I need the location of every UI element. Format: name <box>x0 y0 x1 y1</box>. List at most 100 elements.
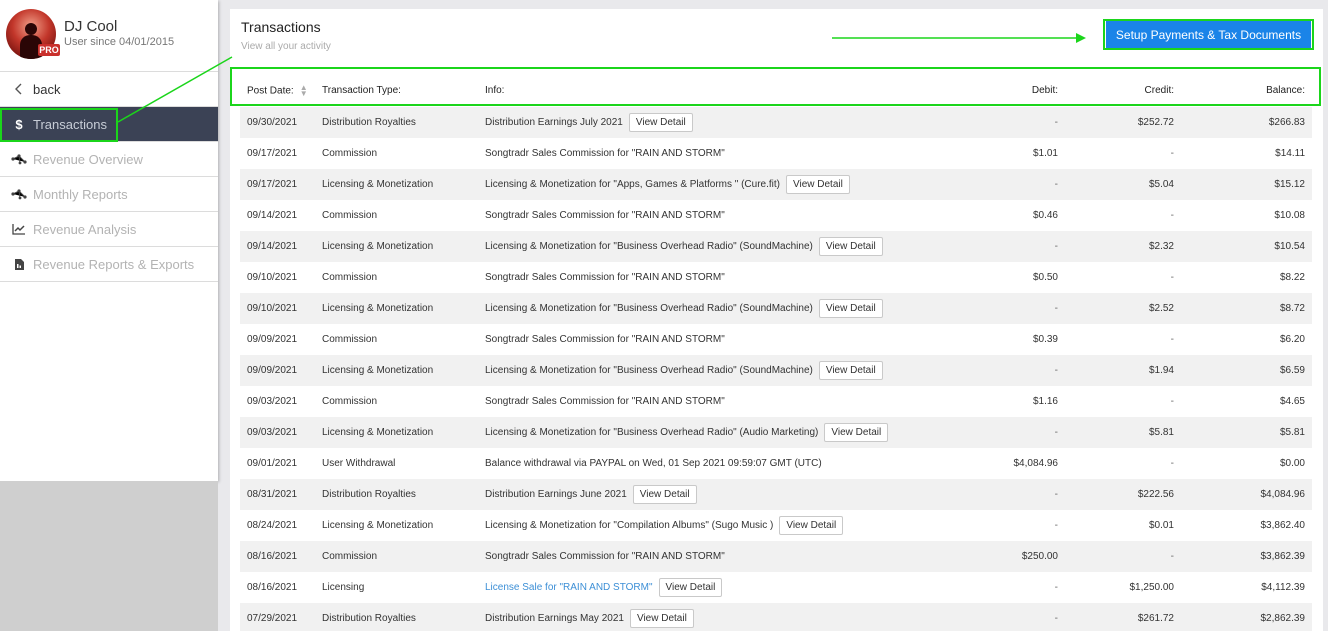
sidebar-item-label: Revenue Reports & Exports <box>33 256 195 272</box>
transaction-type-cell: Commission <box>322 396 378 407</box>
sidebar-item-monthly-reports[interactable]: Monthly Reports <box>0 177 218 212</box>
chevron-left-icon <box>10 80 28 98</box>
debit-cell: $0.50 <box>1032 272 1058 283</box>
post-date-cell: 09/14/2021 <box>247 241 298 252</box>
info-text: Licensing & Monetization for "Compilatio… <box>485 520 774 531</box>
credit-cell: $5.04 <box>1148 179 1174 190</box>
post-date-cell: 09/03/2021 <box>247 396 298 407</box>
balance-cell: $4,112.39 <box>1261 582 1305 593</box>
transaction-type-cell: Commission <box>322 210 378 221</box>
debit-cell: $0.46 <box>1032 210 1058 221</box>
balance-cell: $14.11 <box>1275 148 1305 159</box>
post-date-cell: 09/10/2021 <box>247 303 298 314</box>
view-detail-button[interactable]: View Detail <box>658 578 723 597</box>
info-text: Songtradr Sales Commission for "RAIN AND… <box>485 551 725 562</box>
info-text: Songtradr Sales Commission for "RAIN AND… <box>485 210 725 221</box>
debit-cell: $4,084.96 <box>1013 458 1059 469</box>
credit-cell: - <box>1170 272 1174 283</box>
info-cell: Songtradr Sales Commission for "RAIN AND… <box>485 138 915 169</box>
transaction-type-cell: Distribution Royalties <box>322 117 416 128</box>
balance-cell: $8.72 <box>1279 303 1305 314</box>
sort-icon[interactable]: ▲ ▼ <box>300 83 308 97</box>
table-row: 09/17/2021 Licensing & Monetization Licens… <box>240 169 1312 200</box>
sidebar-item-revenue-analysis[interactable]: Revenue Analysis <box>0 212 218 247</box>
sidebar-item-revenue-reports-exports[interactable]: Revenue Reports & Exports <box>0 247 218 282</box>
debit-cell: $1.16 <box>1032 396 1058 407</box>
sidebar-item-transactions[interactable]: $ Transactions <box>0 107 218 142</box>
view-detail-button[interactable]: View Detail <box>824 423 889 442</box>
info-text: Songtradr Sales Commission for "RAIN AND… <box>485 272 725 283</box>
balance-cell: $10.08 <box>1274 210 1305 221</box>
info-text: Distribution Earnings May 2021 <box>485 613 624 624</box>
transaction-type-cell: User Withdrawal <box>322 458 396 469</box>
view-detail-button[interactable]: View Detail <box>786 175 850 194</box>
balance-cell: $2,862.39 <box>1260 613 1306 624</box>
info-cell: Distribution Earnings July 2021 View Deta… <box>485 107 915 138</box>
view-detail-button[interactable]: View Detail <box>632 485 697 504</box>
setup-payments-button[interactable]: Setup Payments & Tax Documents <box>1106 21 1311 48</box>
column-balance: Balance: <box>1266 85 1305 96</box>
table-row: 09/10/2021 Licensing & Monetization Licens… <box>240 293 1312 324</box>
info-text: Songtradr Sales Commission for "RAIN AND… <box>485 148 725 159</box>
view-detail-button[interactable]: View Detail <box>818 299 883 318</box>
credit-cell: $2.52 <box>1148 303 1174 314</box>
balance-cell: $5.81 <box>1279 427 1305 438</box>
transaction-type-cell: Licensing & Monetization <box>322 179 434 190</box>
post-date-cell: 09/03/2021 <box>247 427 298 438</box>
info-cell: Licensing & Monetization for "Business O… <box>485 293 915 324</box>
column-transaction-type: Transaction Type: <box>322 85 401 96</box>
table-row: 09/14/2021 Licensing & Monetization Licens… <box>240 231 1312 262</box>
table-row: 09/10/2021 Commission Songtradr Sales Comm… <box>240 262 1312 293</box>
table-header-row: Post Date: ▲ ▼ Transaction Type: Info: Deb… <box>240 74 1312 107</box>
balance-cell: $3,862.39 <box>1260 551 1306 562</box>
profile-header: PRO DJ Cool User since 04/01/2015 <box>0 0 218 72</box>
info-cell: License Sale for "RAIN AND STORM" View De… <box>485 572 915 603</box>
debit-cell: - <box>1054 179 1058 190</box>
info-text: Licensing & Monetization for "Business O… <box>485 241 813 252</box>
post-date-cell: 08/16/2021 <box>247 551 298 562</box>
table-row: 07/29/2021 Distribution Royalties Distribu… <box>240 603 1312 631</box>
post-date-cell: 09/14/2021 <box>247 210 298 221</box>
column-debit: Debit: <box>1031 85 1058 96</box>
view-detail-button[interactable]: View Detail <box>818 237 883 256</box>
info-text: Licensing & Monetization for "Business O… <box>485 303 813 314</box>
credit-cell: $261.72 <box>1137 613 1174 624</box>
debit-cell: $0.39 <box>1032 334 1058 345</box>
column-post-date[interactable]: Post Date: ▲ ▼ <box>240 74 322 107</box>
debit-cell: $250.00 <box>1021 551 1058 562</box>
view-detail-button[interactable]: View Detail <box>818 361 883 380</box>
view-detail-button[interactable]: View Detail <box>629 609 694 628</box>
sidebar-item-revenue-overview[interactable]: Revenue Overview <box>0 142 218 177</box>
table-row: 08/24/2021 Licensing & Monetization Licens… <box>240 510 1312 541</box>
view-detail-button[interactable]: View Detail <box>779 516 844 535</box>
post-date-cell: 09/17/2021 <box>247 179 298 190</box>
info-text: Licensing & Monetization for "Apps, Game… <box>485 179 780 190</box>
table-row: 08/16/2021 Licensing License Sale for "RAI… <box>240 572 1312 603</box>
back-button[interactable]: back <box>0 72 218 107</box>
transaction-type-cell: Licensing & Monetization <box>322 427 434 438</box>
page-title: Transactions <box>241 19 321 35</box>
post-date-cell: 09/30/2021 <box>247 117 298 128</box>
transactions-table: Post Date: ▲ ▼ Transaction Type: Info: Deb… <box>240 74 1312 631</box>
sidebar-item-label: Revenue Overview <box>33 151 143 167</box>
dollar-icon: $ <box>15 116 23 132</box>
transaction-type-cell: Commission <box>322 272 378 283</box>
balance-cell: $4,084.96 <box>1260 489 1306 500</box>
pro-badge: PRO <box>38 44 60 56</box>
view-detail-button[interactable]: View Detail <box>628 113 693 132</box>
document-icon <box>10 255 28 273</box>
balance-cell: $266.83 <box>1268 117 1305 128</box>
credit-cell: $0.01 <box>1148 520 1174 531</box>
sidebar: PRO DJ Cool User since 04/01/2015 back $… <box>0 0 218 481</box>
post-date-cell: 09/09/2021 <box>247 365 298 376</box>
balance-cell: $6.20 <box>1279 334 1305 345</box>
credit-cell: $222.56 <box>1137 489 1174 500</box>
license-sale-link[interactable]: License Sale for "RAIN AND STORM" <box>485 582 653 593</box>
info-text: Distribution Earnings June 2021 <box>485 489 627 500</box>
transaction-type-cell: Licensing & Monetization <box>322 303 434 314</box>
debit-cell: - <box>1054 303 1058 314</box>
credit-cell: $1,250.00 <box>1129 582 1175 593</box>
info-cell: Songtradr Sales Commission for "RAIN AND… <box>485 541 915 572</box>
balance-cell: $6.59 <box>1279 365 1305 376</box>
info-cell: Songtradr Sales Commission for "RAIN AND… <box>485 262 915 293</box>
